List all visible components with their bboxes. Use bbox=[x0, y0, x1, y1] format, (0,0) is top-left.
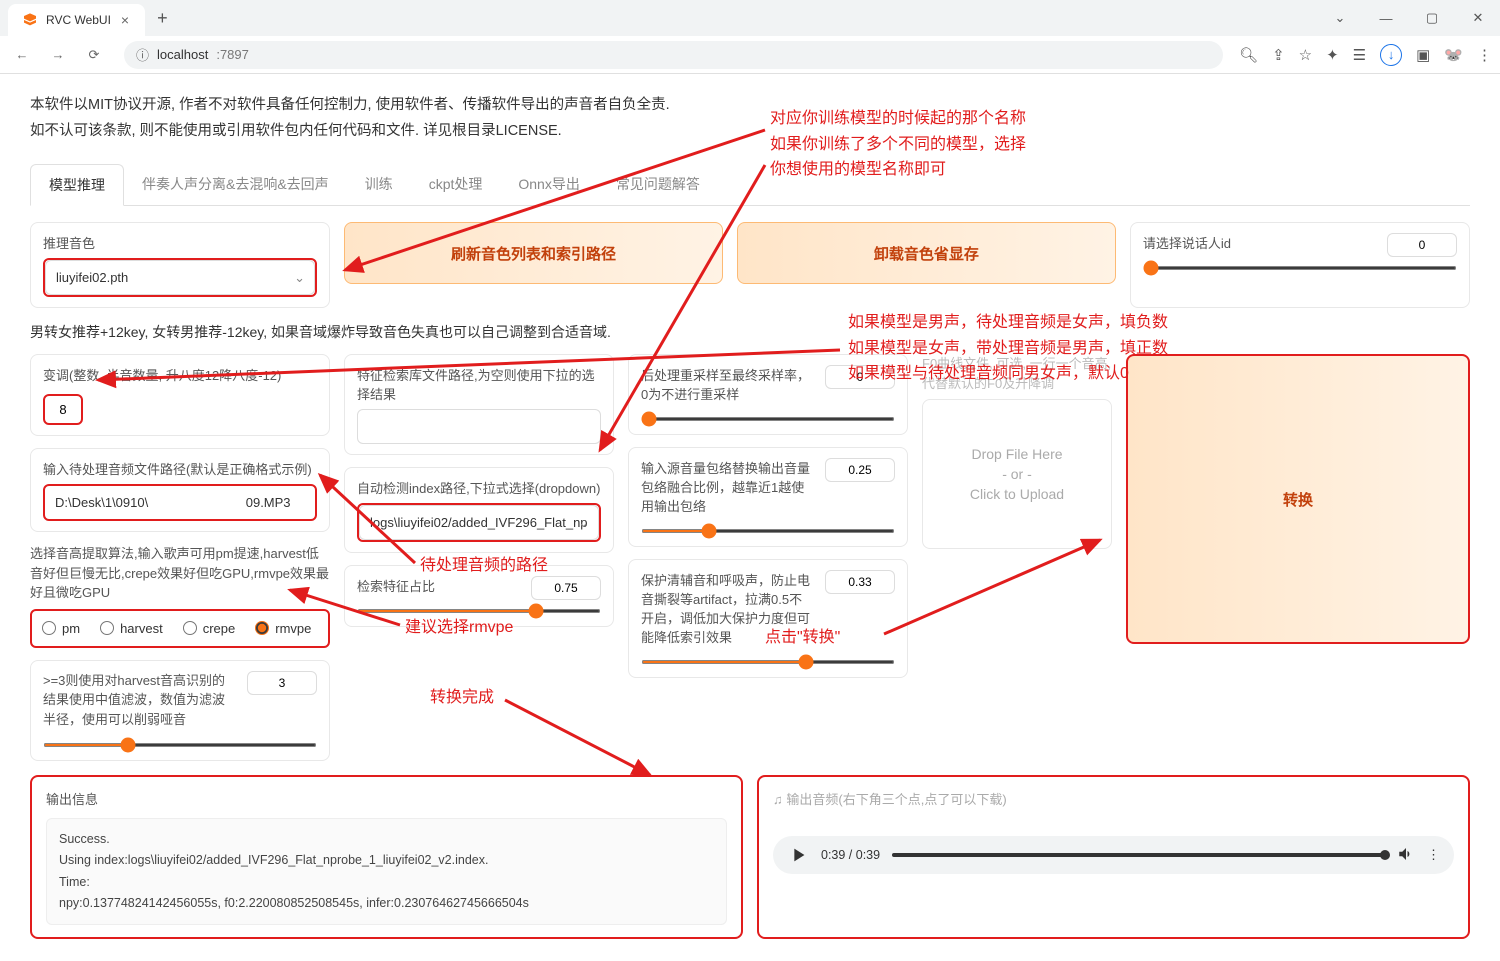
algo-label: 选择音高提取算法,输入歌声可用pm提速,harvest低音好但巨慢无比,crep… bbox=[30, 544, 330, 603]
output-audio-label: ♫ 输出音频(右下角三个点,点了可以下载) bbox=[773, 789, 1454, 808]
index-ratio-slider[interactable] bbox=[357, 609, 601, 613]
algo-harvest[interactable]: harvest bbox=[100, 621, 163, 636]
speaker-id-label: 请选择说话人id bbox=[1143, 233, 1377, 252]
tab-onnx[interactable]: Onnx导出 bbox=[500, 164, 597, 205]
protect-value[interactable] bbox=[825, 570, 895, 594]
convert-button[interactable]: 转换 bbox=[1126, 354, 1470, 644]
minimize-button[interactable]: — bbox=[1364, 2, 1408, 34]
volume-env-value[interactable] bbox=[825, 458, 895, 482]
drop-or-text: - or - bbox=[1002, 466, 1032, 482]
drop-click-text: Click to Upload bbox=[970, 486, 1064, 502]
tab-vocal-separation[interactable]: 伴奏人声分离&去混响&去回声 bbox=[124, 164, 347, 205]
tab-faq[interactable]: 常见问题解答 bbox=[598, 164, 718, 205]
forward-button[interactable]: → bbox=[44, 41, 72, 69]
drop-here-text: Drop File Here bbox=[971, 446, 1062, 462]
output-info-text: Success. Using index:logs\liuyifei02/add… bbox=[46, 818, 727, 925]
unload-voice-button[interactable]: 卸载音色省显存 bbox=[737, 222, 1116, 284]
browser-tab[interactable]: RVC WebUI × bbox=[8, 4, 145, 36]
speaker-id-value[interactable] bbox=[1387, 233, 1457, 257]
output-audio-panel: ♫ 输出音频(右下角三个点,点了可以下载) 0:39 / 0:39 ⋮ bbox=[757, 775, 1470, 939]
tab-dropdown-icon[interactable]: ⌄ bbox=[1318, 2, 1362, 34]
f0-file-label: F0曲线文件, 可选, 一行一个音高, 代替默认的F0及升降调 bbox=[922, 354, 1112, 393]
tab-train[interactable]: 训练 bbox=[347, 164, 411, 205]
extensions-icon[interactable]: ✦ bbox=[1326, 46, 1339, 64]
sidepanel-icon[interactable]: ▣ bbox=[1416, 46, 1430, 64]
infer-voice-label: 推理音色 bbox=[43, 233, 317, 252]
url-port: :7897 bbox=[216, 47, 249, 62]
app-tabs: 模型推理 伴奏人声分离&去混响&去回声 训练 ckpt处理 Onnx导出 常见问… bbox=[30, 164, 1470, 206]
window-controls: ⌄ — ▢ ✕ bbox=[1318, 2, 1500, 34]
site-info-icon[interactable]: ⓘ bbox=[136, 45, 149, 64]
median-value[interactable] bbox=[247, 671, 317, 695]
speaker-id-slider[interactable] bbox=[1143, 266, 1457, 270]
resample-value[interactable] bbox=[825, 365, 895, 389]
downloads-icon[interactable]: ↓ bbox=[1380, 44, 1402, 66]
output-info-panel: 输出信息 Success. Using index:logs\liuyifei0… bbox=[30, 775, 743, 939]
audio-time: 0:39 / 0:39 bbox=[821, 848, 880, 862]
disclaimer: 本软件以MIT协议开源, 作者不对软件具备任何控制力, 使用软件者、传播软件导出… bbox=[30, 92, 1470, 144]
volume-env-label: 输入源音量包络替换输出音量包络融合比例，越靠近1越使用输出包络 bbox=[641, 458, 815, 515]
index-search-input[interactable] bbox=[357, 409, 601, 444]
volume-icon[interactable] bbox=[1397, 845, 1415, 866]
back-button[interactable]: ← bbox=[8, 41, 36, 69]
resample-slider[interactable] bbox=[641, 417, 895, 421]
maximize-button[interactable]: ▢ bbox=[1410, 2, 1454, 34]
audio-path-input[interactable] bbox=[43, 484, 317, 521]
audio-path-label: 输入待处理音频文件路径(默认是正确格式示例) bbox=[43, 459, 317, 478]
median-label: >=3则使用对harvest音高识别的结果使用中值滤波，数值为滤波半径，使用可以… bbox=[43, 671, 237, 730]
f0-file-dropzone[interactable]: Drop File Here - or - Click to Upload bbox=[922, 399, 1112, 549]
new-tab-button[interactable]: + bbox=[145, 8, 180, 29]
disclaimer-line1: 本软件以MIT协议开源, 作者不对软件具备任何控制力, 使用软件者、传播软件导出… bbox=[30, 92, 1470, 118]
play-icon[interactable] bbox=[787, 844, 809, 866]
index-ratio-label: 检索特征占比 bbox=[357, 576, 521, 595]
audio-player[interactable]: 0:39 / 0:39 ⋮ bbox=[773, 836, 1454, 874]
page-content: 本软件以MIT协议开源, 作者不对软件具备任何控制力, 使用软件者、传播软件导出… bbox=[0, 74, 1500, 949]
menu-icon[interactable]: ⋮ bbox=[1477, 46, 1492, 64]
profile-icon[interactable]: 🐭 bbox=[1444, 46, 1463, 64]
search-icon[interactable]: 🔍︎ bbox=[1239, 46, 1258, 64]
close-window-button[interactable]: ✕ bbox=[1456, 2, 1500, 34]
tab-title: RVC WebUI bbox=[46, 13, 111, 27]
key-hint: 男转女推荐+12key, 女转男推荐-12key, 如果音域爆炸导致音色失真也可… bbox=[30, 322, 1470, 342]
pitch-label: 变调(整数, 半音数量, 升八度12降八度-12) bbox=[43, 365, 317, 384]
audio-menu-icon[interactable]: ⋮ bbox=[1427, 847, 1440, 863]
tab-strip: RVC WebUI × + ⌄ — ▢ ✕ bbox=[0, 0, 1500, 36]
share-icon[interactable]: ⇪ bbox=[1272, 46, 1285, 64]
tab-ckpt[interactable]: ckpt处理 bbox=[411, 164, 501, 205]
auto-index-label: 自动检测index路径,下拉式选择(dropdown) bbox=[357, 478, 601, 497]
bookmark-icon[interactable]: ☆ bbox=[1299, 46, 1312, 64]
reload-button[interactable]: ⟳ bbox=[80, 41, 108, 69]
auto-index-select[interactable] bbox=[359, 505, 599, 540]
algo-rmvpe[interactable]: rmvpe bbox=[255, 621, 311, 636]
toolbar-icons: 🔍︎ ⇪ ☆ ✦ ☰ ↓ ▣ 🐭 ⋮ bbox=[1239, 44, 1492, 66]
address-bar: ← → ⟳ ⓘ localhost :7897 🔍︎ ⇪ ☆ ✦ ☰ ↓ ▣ 🐭 … bbox=[0, 36, 1500, 74]
volume-env-slider[interactable] bbox=[641, 529, 895, 533]
favicon-icon bbox=[22, 12, 38, 28]
protect-label: 保护清辅音和呼吸声，防止电音撕裂等artifact，拉满0.5不开启，调低加大保… bbox=[641, 570, 815, 646]
resample-label: 后处理重采样至最终采样率，0为不进行重采样 bbox=[641, 365, 815, 403]
index-ratio-value[interactable] bbox=[531, 576, 601, 600]
protect-slider[interactable] bbox=[641, 660, 895, 664]
close-tab-icon[interactable]: × bbox=[119, 12, 131, 28]
browser-chrome: RVC WebUI × + ⌄ — ▢ ✕ ← → ⟳ ⓘ localhost:… bbox=[0, 0, 1500, 74]
url-host: localhost bbox=[157, 47, 208, 62]
median-slider[interactable] bbox=[43, 743, 317, 747]
reading-list-icon[interactable]: ☰ bbox=[1353, 46, 1366, 64]
disclaimer-line2: 如不认可该条款, 则不能使用或引用软件包内任何代码和文件. 详见根目录LICEN… bbox=[30, 118, 1470, 144]
refresh-voices-button[interactable]: 刷新音色列表和索引路径 bbox=[344, 222, 723, 284]
url-input[interactable]: ⓘ localhost :7897 bbox=[124, 41, 1223, 69]
tab-inference[interactable]: 模型推理 bbox=[30, 164, 124, 206]
algo-crepe[interactable]: crepe bbox=[183, 621, 236, 636]
algo-pm[interactable]: pm bbox=[42, 621, 80, 636]
output-info-label: 输出信息 bbox=[46, 789, 727, 808]
audio-progress[interactable] bbox=[892, 853, 1385, 857]
pitch-input[interactable] bbox=[43, 394, 83, 425]
infer-voice-select[interactable] bbox=[45, 260, 315, 295]
index-search-label: 特征检索库文件路径,为空则使用下拉的选择结果 bbox=[357, 365, 601, 403]
